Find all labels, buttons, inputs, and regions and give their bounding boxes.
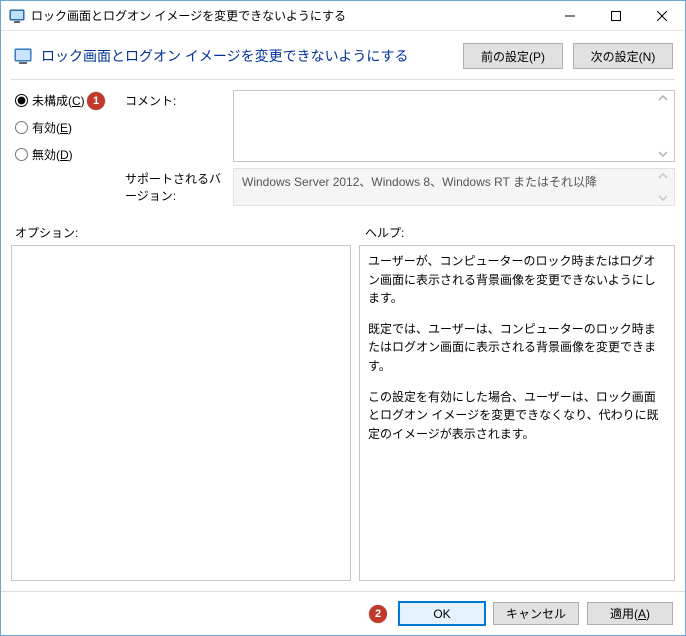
radio-not-configured-input[interactable] <box>15 94 28 107</box>
policy-editor-window: ロック画面とログオン イメージを変更できないようにする <box>0 0 686 636</box>
options-label: オプション: <box>11 224 357 241</box>
radio-disabled-label: 無効(D) <box>32 146 73 163</box>
help-paragraph: この設定を有効にした場合、ユーザーは、ロック画面とログオン イメージを変更できな… <box>368 388 666 444</box>
supported-value: Windows Server 2012、Windows 8、Windows RT… <box>242 175 597 189</box>
callout-2-icon: 2 <box>369 605 387 623</box>
policy-title: ロック画面とログオン イメージを変更できないようにする <box>41 46 453 66</box>
radio-not-configured-label: 未構成(C) <box>32 92 85 109</box>
divider <box>11 79 675 80</box>
apply-button[interactable]: 適用(A) <box>587 602 673 625</box>
options-panel <box>11 245 351 581</box>
help-paragraph: 既定では、ユーザーは、コンピューターのロック時またはログオン画面に表示される背景… <box>368 320 666 376</box>
ok-button[interactable]: OK <box>399 602 485 625</box>
radio-disabled-input[interactable] <box>15 148 28 161</box>
radio-enabled-label: 有効(E) <box>32 119 72 136</box>
state-radio-group: 未構成(C) 1 有効(E) 無効(D) <box>15 90 125 206</box>
comment-label: コメント: <box>125 90 233 109</box>
policy-icon <box>13 46 33 66</box>
content-area: ロック画面とログオン イメージを変更できないようにする 前の設定(P) 次の設定… <box>1 31 685 591</box>
callout-1-icon: 1 <box>87 92 105 110</box>
app-icon <box>9 8 25 24</box>
window-controls <box>547 1 685 30</box>
help-paragraph: ユーザーが、コンピューターのロック時またはログオン画面に表示される背景画像を変更… <box>368 252 666 308</box>
previous-setting-button[interactable]: 前の設定(P) <box>463 43 563 69</box>
next-setting-button[interactable]: 次の設定(N) <box>573 43 673 69</box>
radio-enabled[interactable]: 有効(E) <box>15 119 125 136</box>
header-row: ロック画面とログオン イメージを変更できないようにする 前の設定(P) 次の設定… <box>11 35 675 75</box>
help-label: ヘルプ: <box>357 224 404 241</box>
supported-row: サポートされるバージョン: Windows Server 2012、Window… <box>125 168 675 206</box>
comment-scroll-icon <box>656 93 672 159</box>
maximize-button[interactable] <box>593 1 639 30</box>
supported-scroll-icon <box>656 171 672 203</box>
close-button[interactable] <box>639 1 685 30</box>
footer: 2 OK キャンセル 適用(A) <box>1 591 685 635</box>
next-setting-label: 次の設定(N) <box>591 48 656 65</box>
field-column: コメント: サポートされるバージョン: Windows Server 2012、… <box>125 90 675 206</box>
titlebar: ロック画面とログオン イメージを変更できないようにする <box>1 1 685 31</box>
radio-not-configured[interactable]: 未構成(C) 1 <box>15 92 125 109</box>
cancel-button[interactable]: キャンセル <box>493 602 579 625</box>
minimize-button[interactable] <box>547 1 593 30</box>
comment-textarea[interactable] <box>233 90 675 162</box>
apply-label: 適用(A) <box>610 605 650 622</box>
panels: ユーザーが、コンピューターのロック時またはログオン画面に表示される背景画像を変更… <box>11 245 675 581</box>
top-grid: 未構成(C) 1 有効(E) 無効(D) コメント: <box>11 90 675 206</box>
section-labels: オプション: ヘルプ: <box>11 224 675 241</box>
comment-row: コメント: <box>125 90 675 162</box>
ok-label: OK <box>433 607 450 621</box>
supported-readonly: Windows Server 2012、Windows 8、Windows RT… <box>233 168 675 206</box>
help-panel: ユーザーが、コンピューターのロック時またはログオン画面に表示される背景画像を変更… <box>359 245 675 581</box>
radio-disabled[interactable]: 無効(D) <box>15 146 125 163</box>
cancel-label: キャンセル <box>506 605 566 622</box>
supported-label: サポートされるバージョン: <box>125 168 233 204</box>
previous-setting-label: 前の設定(P) <box>481 48 545 65</box>
radio-enabled-input[interactable] <box>15 121 28 134</box>
window-title: ロック画面とログオン イメージを変更できないようにする <box>31 7 547 24</box>
